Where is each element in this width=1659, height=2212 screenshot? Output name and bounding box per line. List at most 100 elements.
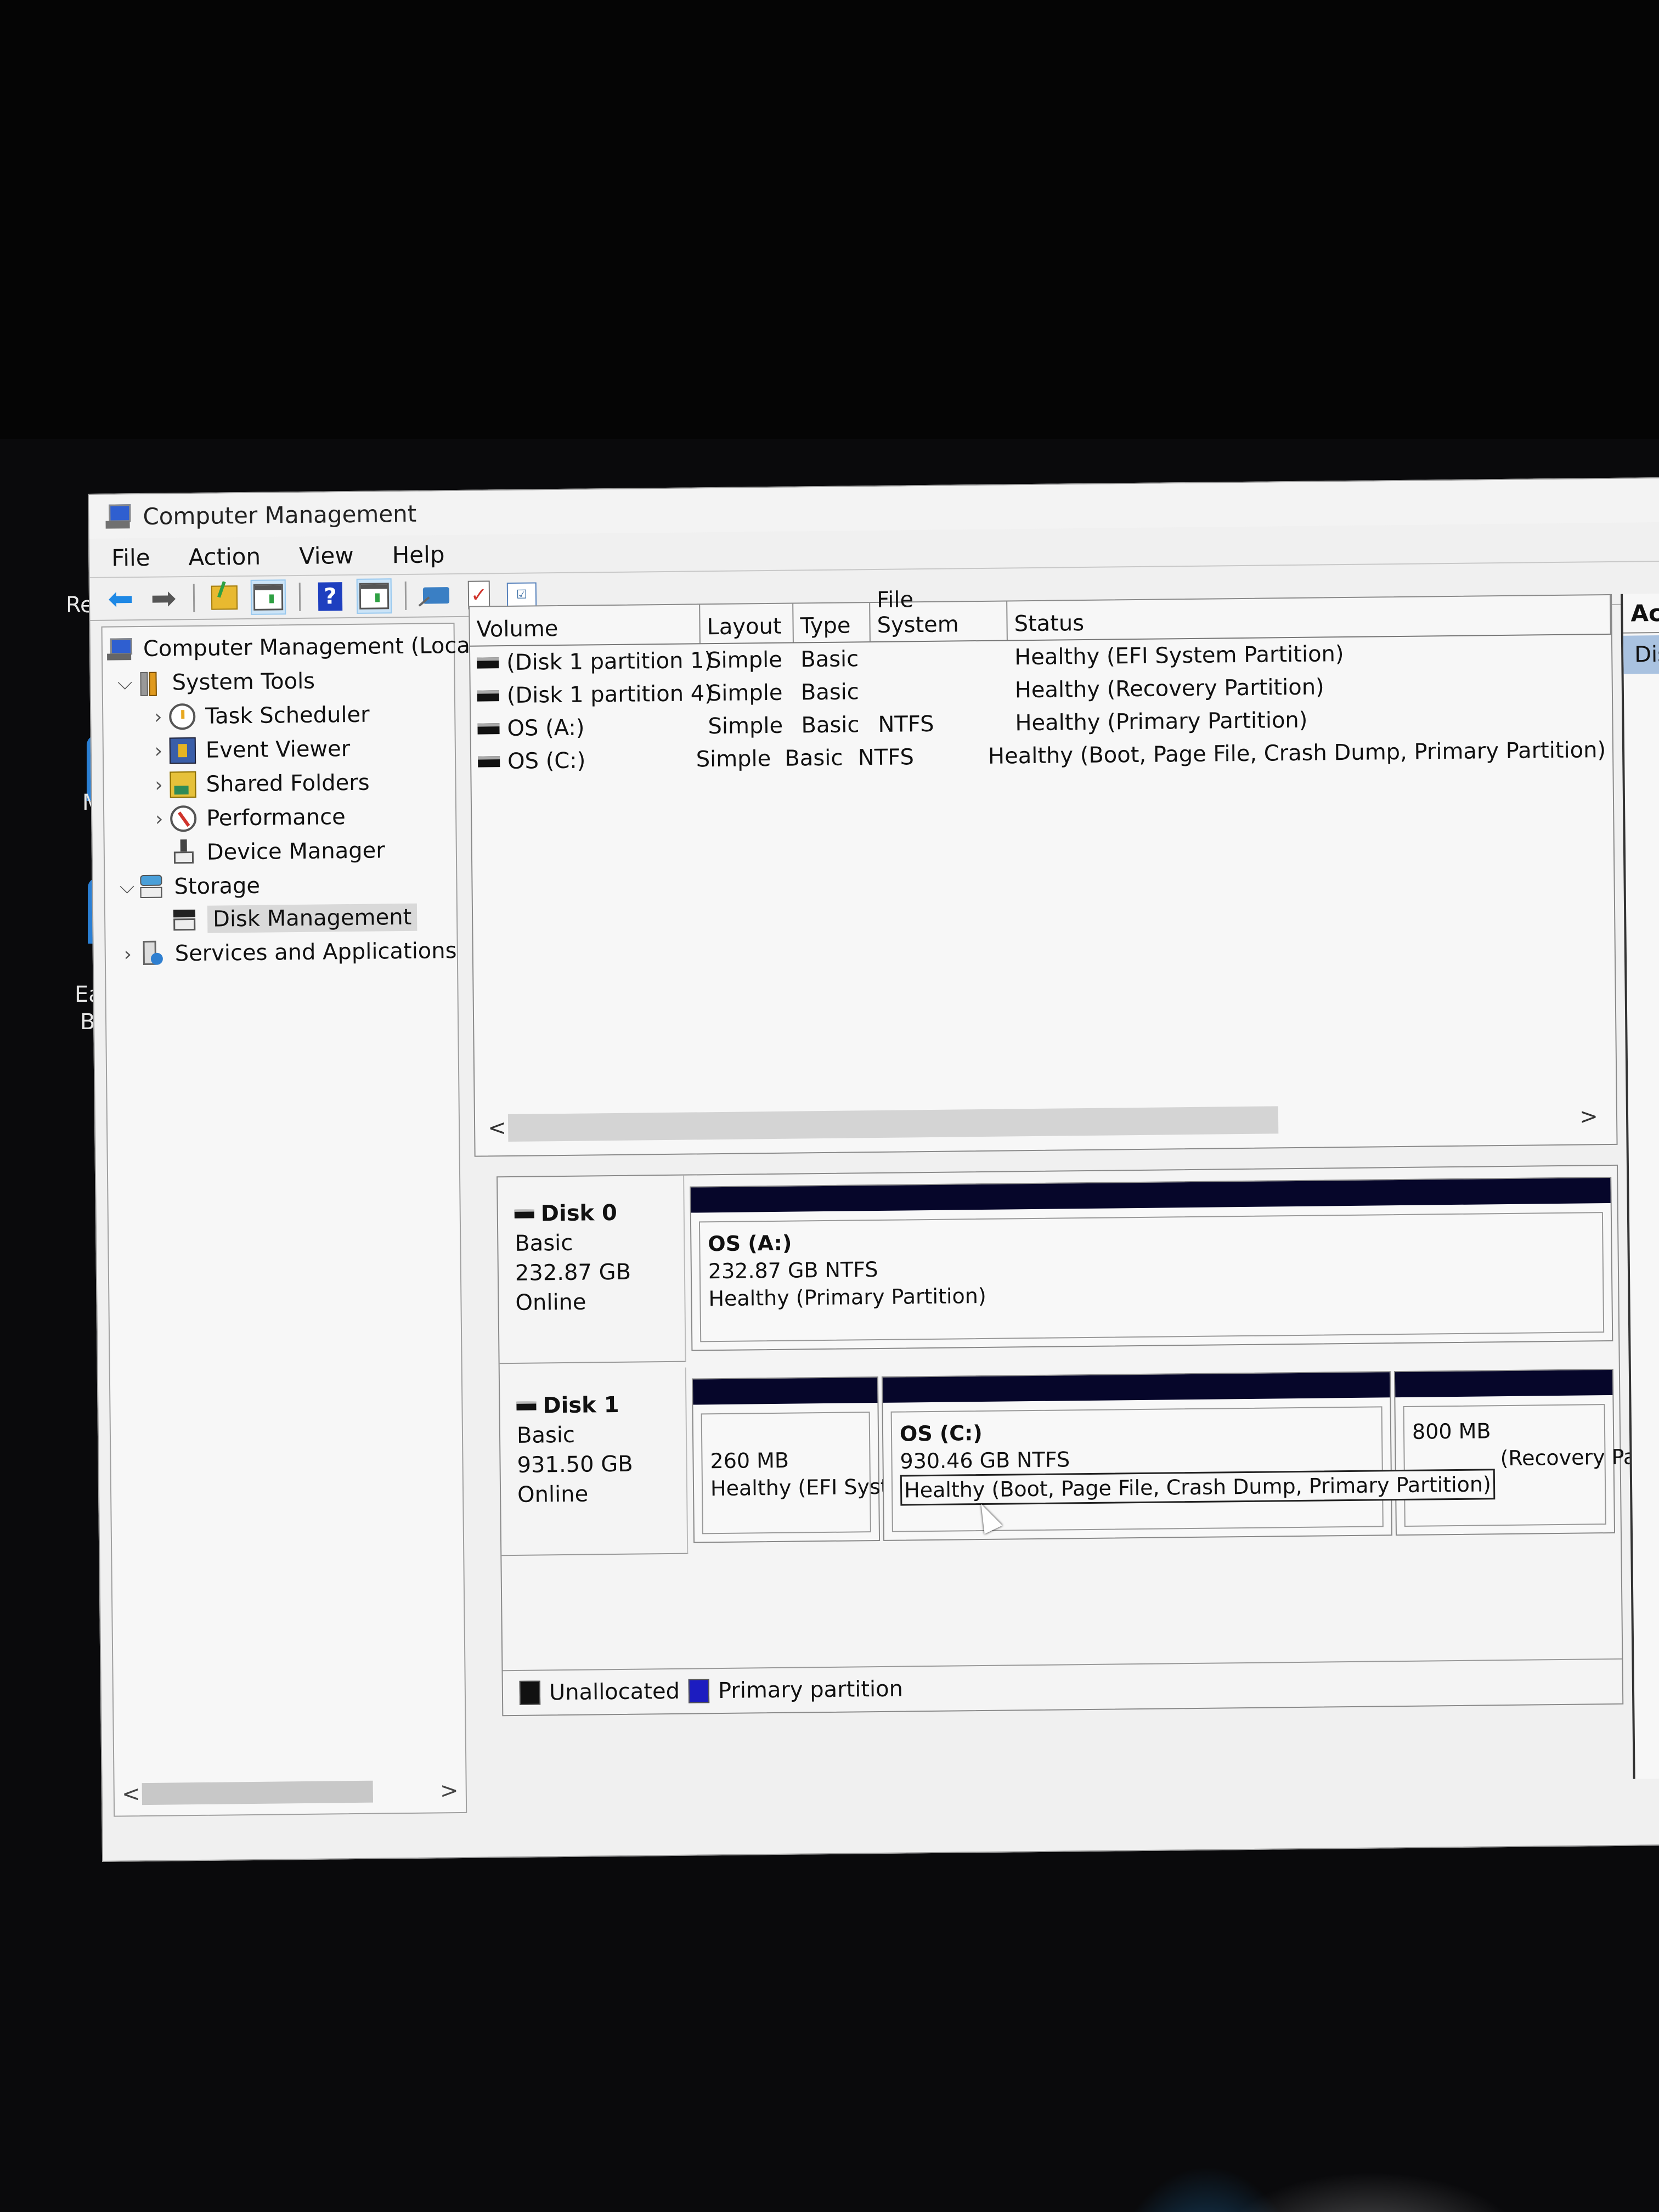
volume-type: Basic [785, 745, 843, 771]
menu-action[interactable]: Action [188, 543, 261, 570]
scroll-left-icon[interactable]: < [120, 1781, 142, 1807]
chevron-right-icon[interactable]: › [147, 706, 169, 728]
up-one-level-button[interactable] [208, 581, 241, 614]
partition-os-c[interactable]: OS (C:) 930.46 GB NTFS Healthy (Boot, Pa… [881, 1371, 1496, 1541]
partition-primary-bar [882, 1372, 1390, 1403]
volume-icon [477, 690, 500, 702]
scroll-right-icon[interactable]: > [1578, 1104, 1600, 1129]
menu-view[interactable]: View [299, 541, 354, 569]
partition-status: (Recovery Pa [1500, 1444, 1637, 1471]
toolbar-separator [193, 583, 195, 612]
disk-size: 931.50 GB [517, 1451, 633, 1478]
scroll-thumb[interactable] [142, 1780, 374, 1805]
volume-icon [477, 723, 500, 735]
partition-recovery[interactable]: 800 MB (Recovery Pa [1393, 1368, 1637, 1536]
tree-horizontal-scrollbar[interactable]: < > [120, 1777, 460, 1808]
disk-info[interactable]: Disk 0 Basic 232.87 GB Online [498, 1175, 686, 1364]
connect-icon [422, 587, 450, 604]
console-tree: Computer Management (Local ⌵ System Tool… [101, 623, 476, 1817]
tree-item-label: Performance [206, 804, 346, 831]
volume-layout: Simple [708, 713, 783, 740]
scroll-track[interactable] [142, 1780, 438, 1805]
column-header-type[interactable]: Type [793, 603, 871, 642]
partition-primary-bar [1395, 1369, 1613, 1398]
legend-swatch-unallocated [519, 1680, 541, 1705]
tree-item-services-and-applications[interactable]: › Services and Applications [116, 934, 456, 970]
disk-type: Basic [516, 1422, 575, 1448]
forward-button[interactable]: ➡ [147, 580, 180, 617]
disk-row-disk-1: Disk 1 Basic 931.50 GB Online 260 MB Hea… [499, 1358, 1637, 1556]
action-pane: Actio Disk [1621, 593, 1659, 1779]
help-button[interactable]: ? [314, 580, 347, 613]
tree-item-label: Services and Applications [174, 938, 457, 967]
column-header-layout[interactable]: Layout [700, 603, 794, 644]
tree-item-shared-folders[interactable]: › Shared Folders [148, 766, 370, 802]
content-area: Computer Management (Local ⌵ System Tool… [90, 587, 1659, 1817]
chevron-right-icon[interactable]: › [148, 808, 170, 830]
computer-management-window: Computer Management File Action View Hel… [88, 477, 1659, 1862]
column-header-volume[interactable]: Volume [470, 605, 701, 646]
tree-item-event-viewer[interactable]: › Event Viewer [148, 732, 351, 768]
tree-item-system-tools[interactable]: ⌵ System Tools [114, 665, 315, 700]
disk-info[interactable]: Disk 1 Basic 931.50 GB Online [499, 1367, 689, 1556]
tree-item-label: Device Manager [206, 838, 385, 865]
help-icon: ? [318, 582, 343, 611]
menu-help[interactable]: Help [392, 541, 444, 568]
scroll-left-icon[interactable]: < [486, 1115, 508, 1141]
partition-name: OS (C:) [899, 1421, 983, 1446]
toolbar-separator [404, 581, 407, 610]
chevron-down-icon[interactable]: ⌵ [114, 672, 136, 695]
window-title: Computer Management [143, 500, 417, 530]
services-icon [139, 941, 166, 968]
partition-size: 260 MB [710, 1448, 789, 1474]
partition-os-a[interactable]: OS (A:) 232.87 GB NTFS Healthy (Primary … [690, 1176, 1613, 1351]
back-button[interactable]: ⬅ [104, 580, 138, 617]
volume-file-system: NTFS [878, 711, 934, 737]
menu-file[interactable]: File [111, 544, 150, 571]
volume-name: OS (C:) [507, 748, 586, 775]
event-viewer-icon [169, 737, 196, 764]
disk-row-disk-0: Disk 0 Basic 232.87 GB Online OS (A:) 23… [498, 1166, 1618, 1364]
tree-item-storage[interactable]: ⌵ Storage [116, 870, 261, 904]
tree-item-disk-management[interactable]: Disk Management [171, 901, 417, 936]
show-hide-console-tree-button[interactable] [250, 579, 286, 615]
disk-partitions: OS (A:) 232.87 GB NTFS Healthy (Primary … [690, 1176, 1613, 1351]
volume-file-system [871, 690, 1008, 692]
action-pane-icon [359, 583, 390, 610]
volume-type: Basic [801, 712, 860, 738]
disk-type: Basic [515, 1230, 573, 1256]
volume-name: (Disk 1 partition 4) [506, 681, 714, 709]
volume-status: Healthy (Recovery Partition) [1014, 674, 1324, 703]
computer-icon [107, 636, 134, 663]
column-header-file-system[interactable]: File System [870, 587, 1008, 642]
volume-list-horizontal-scrollbar[interactable]: < > [486, 1100, 1600, 1144]
chevron-right-icon[interactable]: › [117, 943, 139, 966]
tree-item-performance[interactable]: › Performance [148, 800, 346, 836]
tree-item-computer-management[interactable]: Computer Management (Local [107, 629, 477, 666]
disk-management-icon [171, 906, 198, 933]
disk-state: Online [515, 1289, 586, 1316]
scroll-right-icon[interactable]: > [438, 1778, 460, 1803]
tree-item-task-scheduler[interactable]: › Task Scheduler [147, 698, 370, 733]
column-header-status[interactable]: Status [1007, 595, 1611, 640]
chevron-right-icon[interactable]: › [148, 740, 170, 762]
partition-primary-bar [692, 1378, 878, 1405]
partition-efi[interactable]: 260 MB Healthy (EFI Syst [691, 1376, 889, 1543]
tree-item-device-manager[interactable]: Device Manager [171, 834, 385, 869]
volume-layout: Simple [707, 647, 783, 674]
partition-status: Healthy (EFI Syst [710, 1474, 889, 1501]
volume-layout: Simple [707, 680, 783, 707]
chevron-down-icon[interactable]: ⌵ [116, 876, 138, 899]
arrow-right-icon: ➡ [150, 580, 177, 617]
volume-list: Volume Layout Type File System Status (D… [469, 587, 1618, 1157]
scroll-thumb[interactable] [507, 1106, 1279, 1142]
show-hide-action-pane-button[interactable] [356, 578, 392, 614]
partition-primary-bar [691, 1178, 1611, 1213]
arrow-left-icon: ⬅ [108, 580, 134, 617]
tools-icon [136, 670, 162, 697]
chevron-right-icon[interactable]: › [148, 774, 170, 796]
connect-button[interactable] [420, 579, 453, 612]
volume-status: Healthy (EFI System Partition) [1014, 641, 1344, 670]
action-item-disk-management[interactable]: Disk [1623, 635, 1659, 674]
scroll-track[interactable] [507, 1103, 1578, 1142]
